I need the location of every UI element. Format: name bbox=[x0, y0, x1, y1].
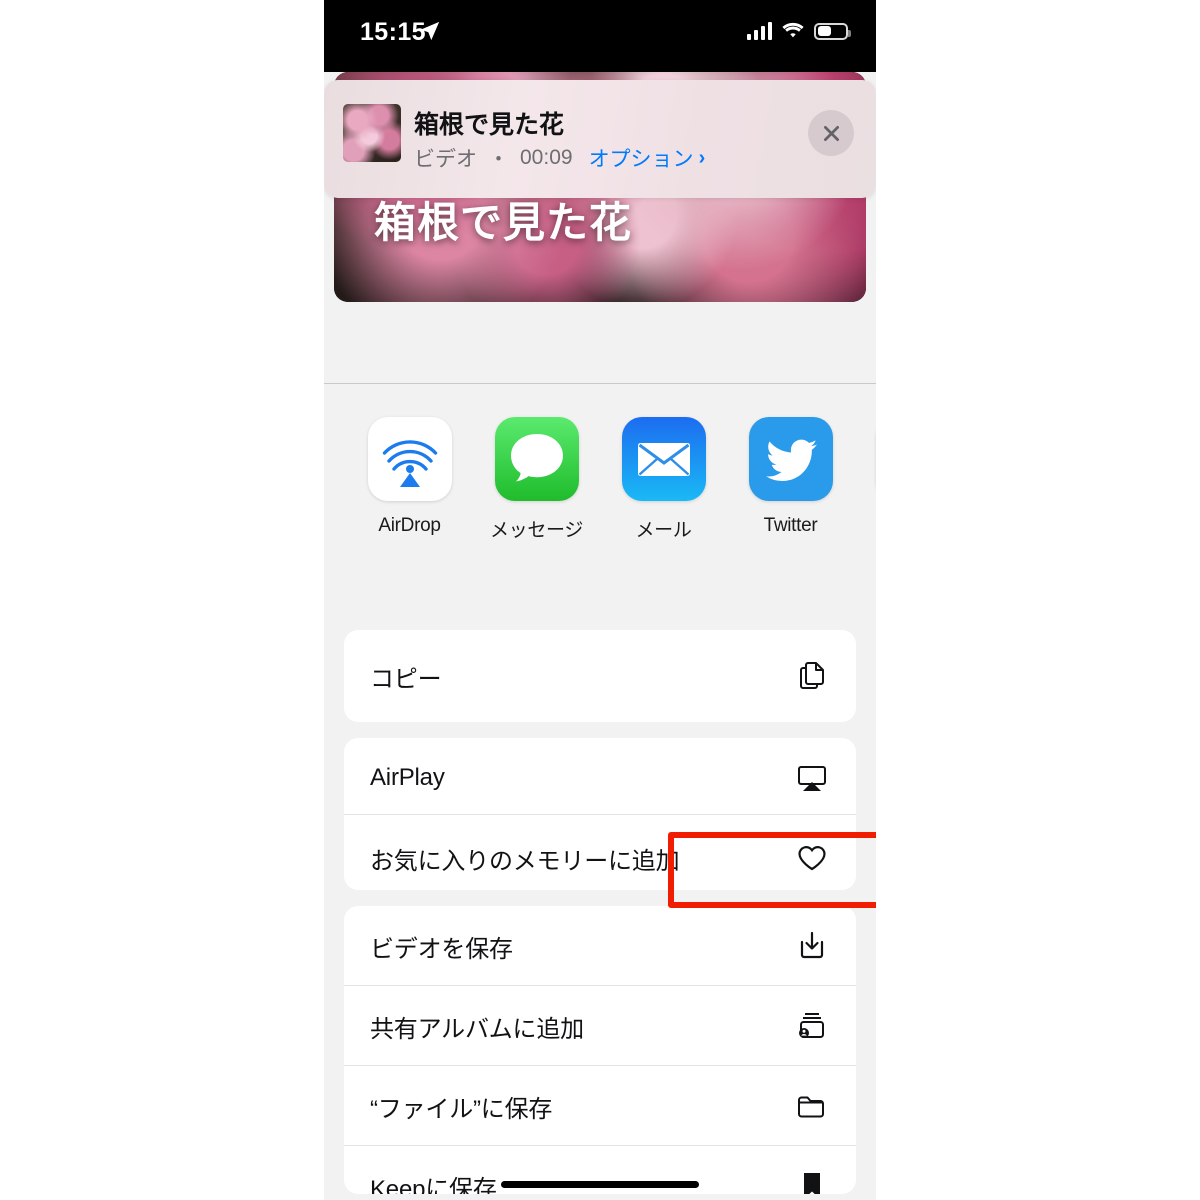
preview-media-type: ビデオ bbox=[414, 148, 477, 171]
app-label: Twitter bbox=[763, 515, 818, 536]
options-label: オプション bbox=[588, 148, 694, 171]
app-label: メッセージ bbox=[489, 520, 584, 541]
app-share-row[interactable]: AirDrop メッセージ メール Twitter bbox=[324, 417, 876, 562]
close-x-icon bbox=[823, 125, 839, 141]
app-twitter[interactable]: Twitter bbox=[727, 417, 854, 537]
line-icon bbox=[875, 417, 876, 501]
action-row-save-video[interactable]: ビデオを保存 bbox=[344, 906, 856, 986]
app-mail[interactable]: メール bbox=[600, 417, 727, 542]
preview-duration: 00:09 bbox=[520, 146, 573, 169]
status-bar-indicators bbox=[747, 22, 851, 40]
action-group-copy: コピー bbox=[344, 630, 856, 722]
home-indicator bbox=[501, 1181, 699, 1188]
twitter-bird-icon bbox=[748, 417, 833, 501]
battery-icon bbox=[814, 22, 851, 40]
app-messages[interactable]: メッセージ bbox=[473, 417, 600, 542]
shared-album-icon bbox=[794, 1008, 830, 1044]
action-label: AirPlay bbox=[370, 764, 445, 791]
action-row-airplay[interactable]: AirPlay bbox=[344, 738, 856, 818]
action-label: ビデオを保存 bbox=[370, 935, 513, 963]
action-row-favorite-memory[interactable]: お気に入りのメモリーに追加 bbox=[344, 818, 856, 890]
action-group-media: AirPlay お気に入りのメモリーに追加 bbox=[344, 738, 856, 890]
preview-info-card: 箱根で見た花 ビデオ ・ 00:09 オプション › bbox=[324, 80, 876, 198]
app-line[interactable] bbox=[854, 417, 876, 515]
close-button[interactable] bbox=[808, 110, 854, 156]
preview-separator: ・ bbox=[488, 148, 509, 171]
preview-subtitle: ビデオ ・ 00:09 オプション › bbox=[414, 143, 705, 173]
download-tray-icon bbox=[794, 928, 830, 964]
airplay-icon bbox=[794, 760, 830, 796]
screenshot-canvas: 15:15 箱根で見た花 箱根で見た花 ビデオ ・ 00:09 オプション › … bbox=[0, 0, 1200, 1200]
action-label: コピー bbox=[370, 665, 442, 693]
action-row-shared-album[interactable]: 共有アルバムに追加 bbox=[344, 986, 856, 1066]
app-airdrop[interactable]: AirDrop bbox=[346, 417, 473, 537]
action-label: Keepに保存 bbox=[370, 1175, 497, 1195]
action-group-save: ビデオを保存 共有アルバムに追加 “ファイル”に保存 Keepに保存 bbox=[344, 906, 856, 1194]
flower-photo-thumbnail bbox=[343, 104, 401, 162]
options-button[interactable]: オプション › bbox=[589, 143, 706, 173]
action-label: “ファイル”に保存 bbox=[370, 1095, 553, 1123]
chevron-right-icon: › bbox=[698, 146, 706, 169]
status-bar-time: 15:15 bbox=[360, 18, 426, 46]
hero-title: 箱根で見た花 bbox=[374, 199, 633, 246]
row-separator bbox=[344, 814, 856, 815]
cellular-bars-icon bbox=[747, 22, 772, 40]
action-row-copy[interactable]: コピー bbox=[344, 630, 856, 722]
copy-documents-icon bbox=[794, 658, 830, 694]
messages-icon bbox=[494, 417, 579, 501]
action-row-save-to-files[interactable]: “ファイル”に保存 bbox=[344, 1066, 856, 1146]
bookmark-icon bbox=[794, 1168, 830, 1194]
share-sheet: 箱根で見た花 箱根で見た花 ビデオ ・ 00:09 オプション › AirDro… bbox=[324, 62, 876, 1200]
action-label: 共有アルバムに追加 bbox=[370, 1015, 584, 1043]
action-label: お気に入りのメモリーに追加 bbox=[370, 847, 680, 875]
status-bar: 15:15 bbox=[324, 0, 876, 72]
folder-icon bbox=[794, 1088, 830, 1124]
airdrop-icon bbox=[367, 417, 452, 501]
app-label: メール bbox=[635, 520, 692, 541]
location-arrow-icon bbox=[420, 21, 440, 41]
iphone-screen: 15:15 箱根で見た花 箱根で見た花 ビデオ ・ 00:09 オプション › … bbox=[324, 0, 876, 1200]
apps-separator bbox=[324, 383, 876, 384]
app-label: AirDrop bbox=[378, 515, 441, 536]
heart-icon bbox=[794, 840, 830, 876]
mail-icon bbox=[621, 417, 706, 501]
preview-title: 箱根で見た花 bbox=[414, 111, 565, 139]
wifi-icon bbox=[782, 22, 804, 38]
